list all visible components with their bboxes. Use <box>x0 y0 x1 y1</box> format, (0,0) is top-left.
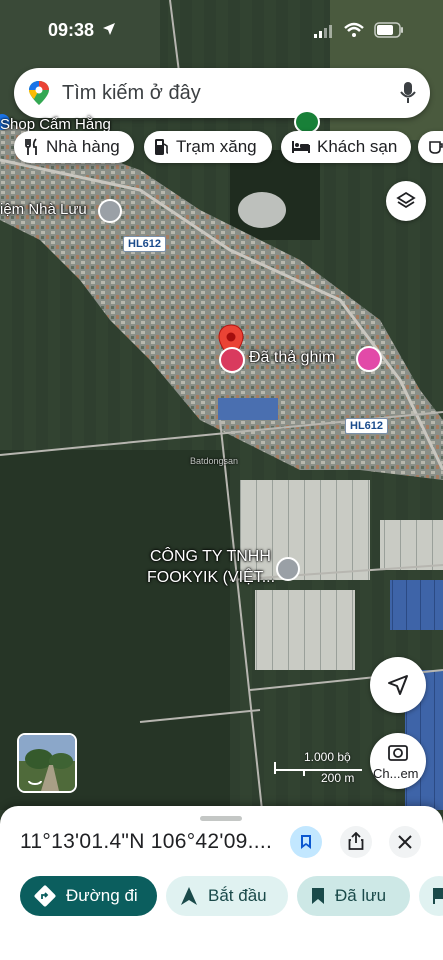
map-scale: 1.000 bộ 200 m <box>274 750 364 790</box>
chip-label: Khách sạn <box>317 137 398 156</box>
wifi-icon <box>344 22 364 37</box>
chip-more[interactable] <box>418 131 443 163</box>
status-time: 09:38 <box>48 20 95 40</box>
layers-icon <box>396 191 416 209</box>
navigation-arrow-icon <box>181 887 197 905</box>
battery-icon <box>374 22 403 38</box>
search-bar[interactable]: Tìm kiếm ở đây <box>14 68 430 118</box>
place-marker-icon[interactable] <box>276 557 300 581</box>
scale-bottom-label: 200 m <box>321 771 355 785</box>
hotel-marker-icon[interactable] <box>356 346 382 372</box>
chip-restaurants[interactable]: Nhà hàng <box>14 131 134 163</box>
dropped-pin-dot-icon[interactable] <box>219 347 245 373</box>
road-sign: HL612 <box>345 418 389 434</box>
coffee-icon <box>429 141 443 154</box>
utensils-icon <box>25 138 37 155</box>
sheet-grabber[interactable] <box>200 816 242 821</box>
company-label-line1[interactable]: CÔNG TY TNHH <box>150 548 271 566</box>
place-label[interactable]: iệm Nhà Lưu <box>0 201 87 218</box>
camera-search-icon <box>388 745 408 761</box>
saved-button[interactable]: Đã lưu <box>297 876 410 916</box>
image-search-button[interactable]: Ch...em <box>370 733 426 789</box>
bookmark-icon <box>301 835 311 849</box>
place-marker-icon[interactable] <box>98 199 122 223</box>
search-input[interactable]: Tìm kiếm ở đây <box>62 82 201 105</box>
share-button[interactable] <box>340 826 372 858</box>
bed-icon <box>292 141 310 153</box>
gas-pump-icon <box>155 139 169 155</box>
signal-icon <box>314 25 332 38</box>
share-icon <box>348 832 364 850</box>
start-button[interactable]: Bắt đầu <box>166 876 288 916</box>
close-button[interactable] <box>389 826 421 858</box>
bookmark-icon <box>312 888 324 904</box>
dropped-pin-label[interactable]: Đã thả ghim <box>249 349 335 367</box>
chip-label: Trạm xăng <box>176 137 257 156</box>
action-label: Đường đi <box>66 886 138 905</box>
flag-icon <box>433 888 443 904</box>
close-icon <box>398 835 412 849</box>
street-view-thumbnail[interactable] <box>17 733 77 793</box>
google-maps-logo-icon <box>29 81 49 105</box>
category-chips: Nhà hàng Trạm xăng Khách sạn <box>0 131 443 165</box>
road-sign: HL612 <box>123 236 167 252</box>
company-label-line2[interactable]: FOOKYIK (VIỆT... <box>147 569 275 587</box>
action-label: Đã lưu <box>335 886 387 905</box>
save-button[interactable] <box>290 826 322 858</box>
place-sheet[interactable]: 11°13'01.4"N 106°42'09.... Đường đi Bắt … <box>0 806 443 960</box>
directions-icon <box>34 885 56 907</box>
image-search-label: Ch...em <box>373 766 419 781</box>
my-location-button[interactable] <box>370 657 426 713</box>
microphone-icon[interactable] <box>400 81 416 105</box>
location-arrow-icon <box>103 23 115 35</box>
coordinates-title: 11°13'01.4"N 106°42'09.... <box>20 830 273 853</box>
watermark: Batdongsan <box>190 456 239 466</box>
more-action-button[interactable] <box>419 876 443 916</box>
navigation-arrow-icon <box>388 675 408 695</box>
chip-label: Nhà hàng <box>46 137 120 156</box>
status-bar: 09:38 <box>0 0 443 58</box>
action-label: Bắt đầu <box>208 886 267 905</box>
directions-button[interactable]: Đường đi <box>20 876 157 916</box>
chip-gas-stations[interactable]: Trạm xăng <box>144 131 272 163</box>
chip-hotels[interactable]: Khách sạn <box>281 131 411 163</box>
layers-button[interactable] <box>386 181 426 221</box>
